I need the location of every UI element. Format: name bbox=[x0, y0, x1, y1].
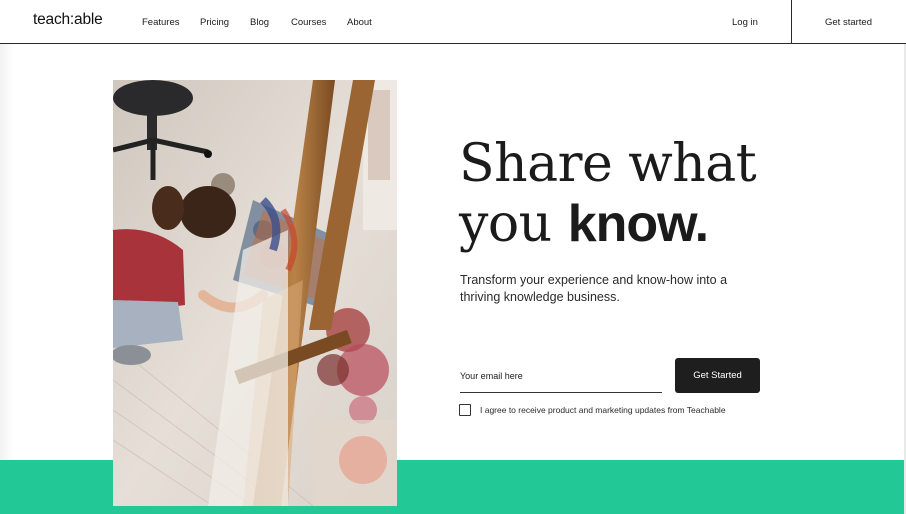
consent-label: I agree to receive product and marketing… bbox=[480, 405, 726, 415]
nav-features-link[interactable]: Features bbox=[142, 17, 180, 28]
hero-photo-artist-painting bbox=[113, 80, 397, 506]
left-edge-shadow bbox=[0, 44, 14, 514]
hero-subtext: Transform your experience and know-how i… bbox=[460, 273, 728, 304]
email-input[interactable] bbox=[460, 362, 662, 390]
nav-pricing-link[interactable]: Pricing bbox=[200, 17, 229, 28]
hero-headline: Share what you know. bbox=[459, 134, 819, 254]
headline-know: know. bbox=[567, 195, 709, 253]
email-field-wrapper bbox=[460, 362, 662, 393]
consent-checkbox[interactable] bbox=[459, 404, 471, 416]
header-divider bbox=[791, 0, 792, 44]
header-get-started-button[interactable]: Get started bbox=[825, 17, 872, 28]
get-started-button[interactable]: Get Started bbox=[675, 358, 760, 393]
landing-page: teach:able Features Pricing Blog Courses… bbox=[0, 0, 906, 514]
nav-blog-link[interactable]: Blog bbox=[250, 17, 269, 28]
nav-courses-link[interactable]: Courses bbox=[291, 17, 326, 28]
nav-about-link[interactable]: About bbox=[347, 17, 372, 28]
site-header: teach:able Features Pricing Blog Courses… bbox=[0, 0, 906, 44]
headline-you: you bbox=[459, 194, 552, 254]
teachable-logo[interactable]: teach:able bbox=[33, 11, 103, 29]
headline-line-1: Share what bbox=[459, 134, 757, 194]
login-link[interactable]: Log in bbox=[732, 17, 758, 28]
